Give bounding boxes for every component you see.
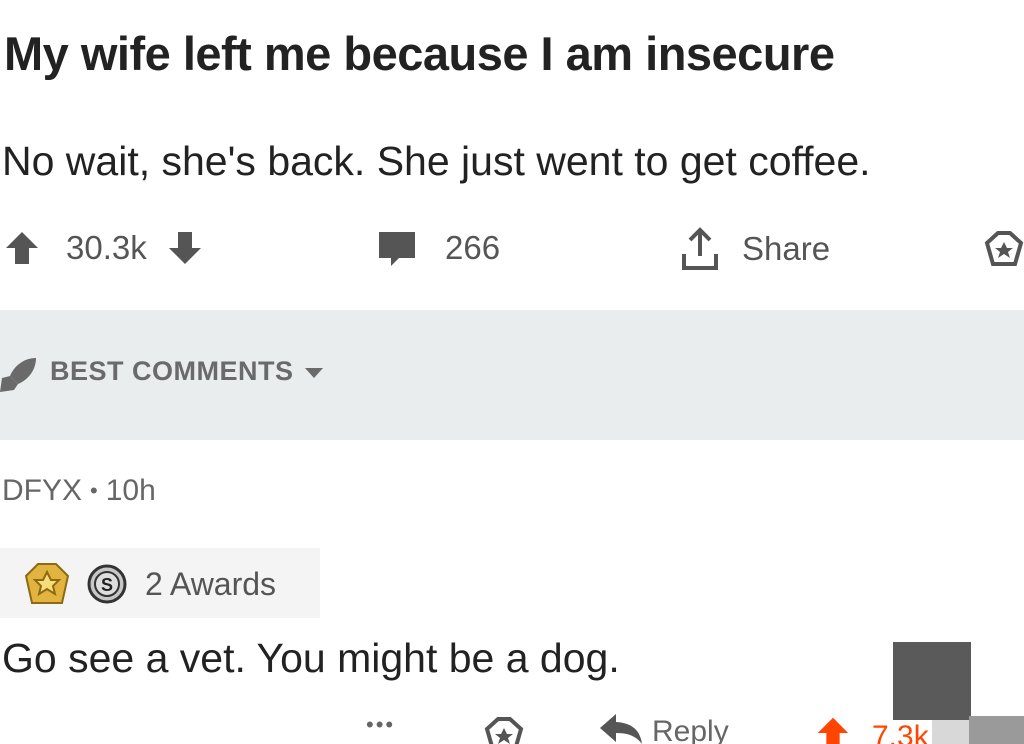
pixelation-block [893,642,971,720]
more-options-button[interactable]: ••• [366,712,395,738]
award-icon [484,714,524,744]
comment-author[interactable]: DFYX [2,474,82,508]
comment-action-bar: ••• Reply 7.3k [0,704,1024,744]
more-options-icon: ••• [366,712,396,737]
upvote-icon[interactable] [814,714,852,744]
comment-body: Go see a vet. You might be a dog. [2,635,620,681]
post-body: No wait, she's back. She just went to ge… [2,138,871,184]
share-label: Share [742,230,831,267]
comment-meta: DFYX • 10h [2,474,156,508]
award-icon [984,228,1024,268]
silver-award-icon: S [86,563,128,610]
upvote-icon[interactable] [2,228,42,268]
reply-icon [598,710,644,744]
share-button[interactable]: Share [678,226,830,272]
reply-button[interactable]: Reply [598,710,729,744]
meta-separator: • [90,478,98,503]
pixelation-block [932,716,970,744]
comment-sort-label: BEST COMMENTS [50,356,294,386]
award-button[interactable] [984,228,1024,268]
comment-sort-dropdown[interactable]: BEST COMMENTS [50,356,324,387]
rocket-icon [0,352,42,401]
comment-score: 7.3k [872,720,929,744]
comments-button[interactable]: 266 [375,228,500,268]
post-vote-group: 30.3k [2,228,205,268]
awards-count: 2 Awards [145,566,277,602]
downvote-icon[interactable] [165,228,205,268]
post-action-bar: 30.3k 266 Share [0,218,1024,278]
reply-label: Reply [652,715,729,744]
share-icon [678,226,722,272]
pixelation-block [969,716,1024,744]
comment-award-button[interactable] [484,714,524,744]
comment-icon [375,228,419,268]
svg-text:S: S [101,575,113,595]
gold-award-icon [24,561,70,612]
chevron-down-icon [304,356,324,387]
comments-count: 266 [445,229,501,266]
comment-age: 10h [105,474,156,507]
post-score: 30.3k [66,229,147,266]
post-title: My wife left me because I am insecure [4,27,835,80]
